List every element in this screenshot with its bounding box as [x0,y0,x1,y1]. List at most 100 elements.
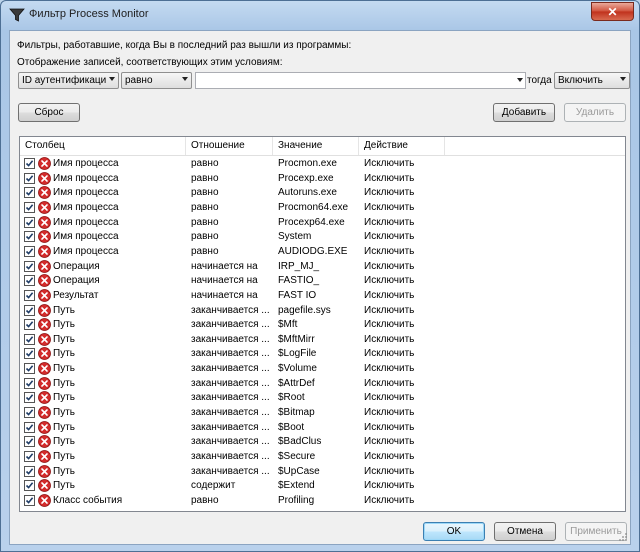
table-row[interactable]: Путь заканчивается ... $Boot Исключить [20,420,625,436]
row-value: System [278,231,312,243]
table-row[interactable]: Путь заканчивается ... $UpCase Исключить [20,464,625,480]
table-row[interactable]: Имя процесса равно System Исключить [20,230,625,245]
table-row[interactable]: Путь заканчивается ... $Volume Исключить [20,362,625,377]
table-row[interactable]: Операция начинается на IRP_MJ_ Исключить [20,259,625,275]
row-column: Имя процесса [53,187,119,199]
add-button[interactable]: Добавить [493,103,555,122]
row-checkbox[interactable] [24,377,35,389]
row-action: Исключить [364,275,415,287]
table-row[interactable]: Путь заканчивается ... $Secure Исключить [20,450,625,465]
filter-list[interactable]: Столбец Отношение Значение Действие Имя … [19,136,626,512]
chevron-down-icon[interactable] [517,78,523,82]
row-column: Класс события [53,494,123,506]
row-column: Путь [53,319,75,331]
row-checkbox[interactable] [24,260,35,272]
row-checkbox[interactable] [24,216,35,228]
row-checkbox[interactable] [24,187,35,199]
row-action: Исключить [364,436,415,448]
column-header-value[interactable]: Значение [273,137,359,155]
checkmark-icon [25,204,34,211]
row-value: Procexp64.exe [278,216,345,228]
row-action: Исключить [364,348,415,360]
row-checkbox[interactable] [24,201,35,213]
relation-select-value: равно [125,75,153,86]
row-value: pagefile.sys [278,304,331,316]
table-row[interactable]: Имя процесса равно Autoruns.exe Исключить [20,186,625,201]
table-row[interactable]: Имя процесса равно Procmon64.exe Исключить [20,201,625,216]
table-row[interactable]: Результат начинается на FAST IO Исключить [20,288,625,304]
table-row[interactable]: Имя процесса равно Procexp64.exe Исключить [20,215,625,231]
table-row[interactable]: Операция начинается на FASTIO_ Исключить [20,274,625,289]
table-row[interactable]: Путь заканчивается ... $MftMirr Исключить [20,332,625,348]
row-checkbox[interactable] [24,392,35,404]
table-row[interactable]: Путь содержит $Extend Исключить [20,479,625,494]
row-checkbox[interactable] [24,363,35,375]
title-bar[interactable]: Фильтр Process Monitor ✕ [1,1,639,29]
row-checkbox[interactable] [24,421,35,433]
exclude-x-icon [38,450,51,463]
checkmark-icon [25,409,34,416]
row-relation: заканчивается ... [191,377,270,389]
exclude-x-icon [38,376,51,390]
table-row[interactable]: Путь заканчивается ... $Bitmap Исключить [20,406,625,421]
row-relation: заканчивается ... [191,304,270,316]
row-checkbox[interactable] [24,319,35,331]
table-row[interactable]: Путь заканчивается ... $BadClus Исключить [20,435,625,450]
close-button[interactable]: ✕ [591,2,634,21]
column-header-action[interactable]: Действие [359,137,445,155]
row-checkbox[interactable] [24,289,35,301]
ok-button[interactable]: OK [423,522,485,541]
table-row[interactable]: Путь заканчивается ... pagefile.sys Исключи… [20,303,625,319]
row-checkbox[interactable] [24,451,35,462]
table-row[interactable]: Класс события равно Profiling Исключить [20,494,625,509]
action-select[interactable]: Включить [554,72,630,89]
row-checkbox[interactable] [24,465,35,477]
row-checkbox[interactable] [24,494,35,506]
exclude-x-icon [38,215,51,229]
table-row[interactable]: Путь заканчивается ... $Mft Исключить [20,318,625,333]
reset-button[interactable]: Сброс [18,103,80,122]
table-row[interactable]: Путь заканчивается ... $Root Исключить [20,391,625,406]
checkmark-icon [25,482,34,490]
row-checkbox[interactable] [24,158,35,169]
remove-button[interactable]: Удалить [564,103,626,122]
then-label: тогда [527,75,552,86]
action-select-value: Включить [558,75,603,86]
value-combo-input[interactable] [195,72,526,89]
row-checkbox[interactable] [24,407,35,419]
row-column: Путь [53,392,75,404]
checkmark-icon [25,306,34,314]
row-relation: заканчивается ... [191,465,270,477]
row-relation: равно [191,245,219,257]
row-column: Путь [53,348,75,360]
row-column: Операция [53,260,100,272]
row-checkbox[interactable] [24,436,35,448]
row-checkbox[interactable] [24,245,35,257]
table-row[interactable]: Имя процесса равно Procmon.exe Исключить [20,157,625,172]
relation-select[interactable]: равно [121,72,192,89]
cancel-button[interactable]: Отмена [494,522,556,541]
row-checkbox[interactable] [24,275,35,287]
row-checkbox[interactable] [24,304,35,316]
row-action: Исключить [364,451,415,462]
exclude-x-icon [38,435,51,449]
checkmark-icon [25,160,34,167]
row-value: $Extend [278,480,315,492]
row-checkbox[interactable] [24,348,35,360]
row-checkbox[interactable] [24,333,35,345]
resize-grip-icon[interactable] [618,532,628,542]
table-row[interactable]: Путь заканчивается ... $LogFile Исключить [20,347,625,362]
row-value: Procmon64.exe [278,201,349,213]
column-select[interactable]: ID аутентификаци [18,72,119,89]
column-header-column[interactable]: Столбец [20,137,186,155]
row-relation: равно [191,201,219,213]
table-row[interactable]: Имя процесса равно Procexp.exe Исключить [20,171,625,187]
row-relation: начинается на [191,275,258,287]
row-checkbox[interactable] [24,231,35,243]
row-action: Исключить [364,465,415,477]
table-row[interactable]: Имя процесса равно AUDIODG.EXE Исключить [20,244,625,260]
row-checkbox[interactable] [24,480,35,492]
column-header-relation[interactable]: Отношение [186,137,273,155]
row-checkbox[interactable] [24,172,35,184]
table-row[interactable]: Путь заканчивается ... $AttrDef Исключить [20,376,625,392]
